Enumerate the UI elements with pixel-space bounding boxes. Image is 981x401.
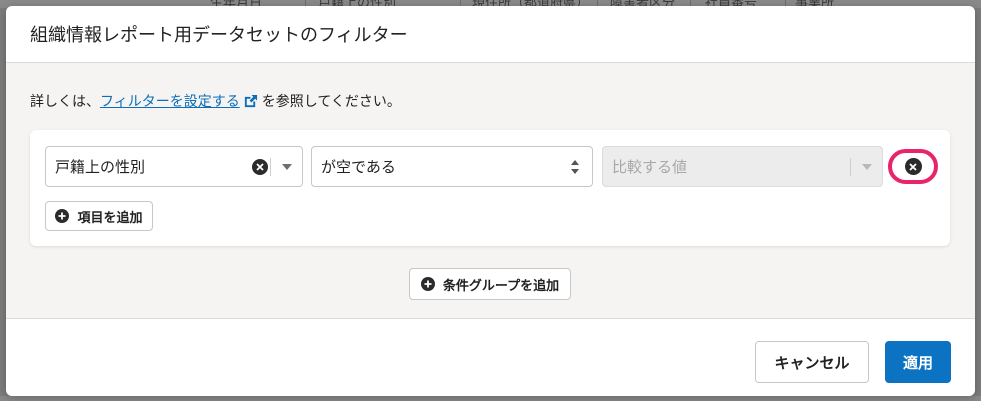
compare-value-select: 比較する値 bbox=[602, 146, 883, 187]
plus-circle-icon bbox=[420, 277, 435, 291]
clear-icon[interactable] bbox=[252, 159, 268, 175]
help-prefix: 詳しくは、 bbox=[30, 94, 100, 110]
help-suffix: を参照してください。 bbox=[261, 94, 401, 110]
remove-condition-highlight bbox=[888, 149, 938, 184]
plus-circle-icon bbox=[55, 209, 70, 223]
background-table-row bbox=[0, 396, 981, 401]
condition-group-card: 戸籍上の性別 が空である 比較する値 項目を追加 bbox=[30, 130, 950, 246]
field-select[interactable]: 戸籍上の性別 bbox=[45, 146, 303, 187]
chevron-down-icon bbox=[862, 164, 872, 170]
apply-button[interactable]: 適用 bbox=[885, 341, 951, 383]
remove-condition-icon[interactable] bbox=[904, 158, 922, 175]
operator-select-value: が空である bbox=[321, 158, 396, 176]
add-group-label: 条件グループを追加 bbox=[442, 278, 560, 294]
dialog-title: 組織情報レポート用データセットのフィルター bbox=[30, 25, 408, 46]
help-link[interactable]: フィルターを設定する bbox=[100, 91, 258, 111]
field-select-value: 戸籍上の性別 bbox=[55, 158, 146, 176]
external-link-icon bbox=[244, 94, 257, 107]
select-divider bbox=[850, 158, 851, 176]
add-item-label: 項目を追加 bbox=[77, 210, 143, 226]
dialog-body: 詳しくは、 フィルターを設定する を参照してください。 戸籍上の性別 が空である… bbox=[6, 63, 975, 319]
select-divider bbox=[270, 158, 271, 176]
cancel-button[interactable]: キャンセル bbox=[755, 341, 869, 383]
add-condition-group-button[interactable]: 条件グループを追加 bbox=[409, 268, 571, 300]
sort-updown-icon bbox=[571, 160, 579, 174]
help-link-label: フィルターを設定する bbox=[100, 94, 240, 110]
dialog-footer: キャンセル 適用 bbox=[6, 319, 975, 396]
filter-dialog: 組織情報レポート用データセットのフィルター 詳しくは、 フィルターを設定する を… bbox=[6, 6, 975, 396]
dialog-header: 組織情報レポート用データセットのフィルター bbox=[6, 6, 975, 63]
help-text: 詳しくは、 フィルターを設定する を参照してください。 bbox=[30, 91, 401, 111]
operator-select[interactable]: が空である bbox=[311, 146, 593, 187]
chevron-down-icon[interactable] bbox=[282, 164, 292, 170]
add-item-button[interactable]: 項目を追加 bbox=[45, 201, 153, 231]
compare-value-placeholder: 比較する値 bbox=[612, 158, 688, 176]
